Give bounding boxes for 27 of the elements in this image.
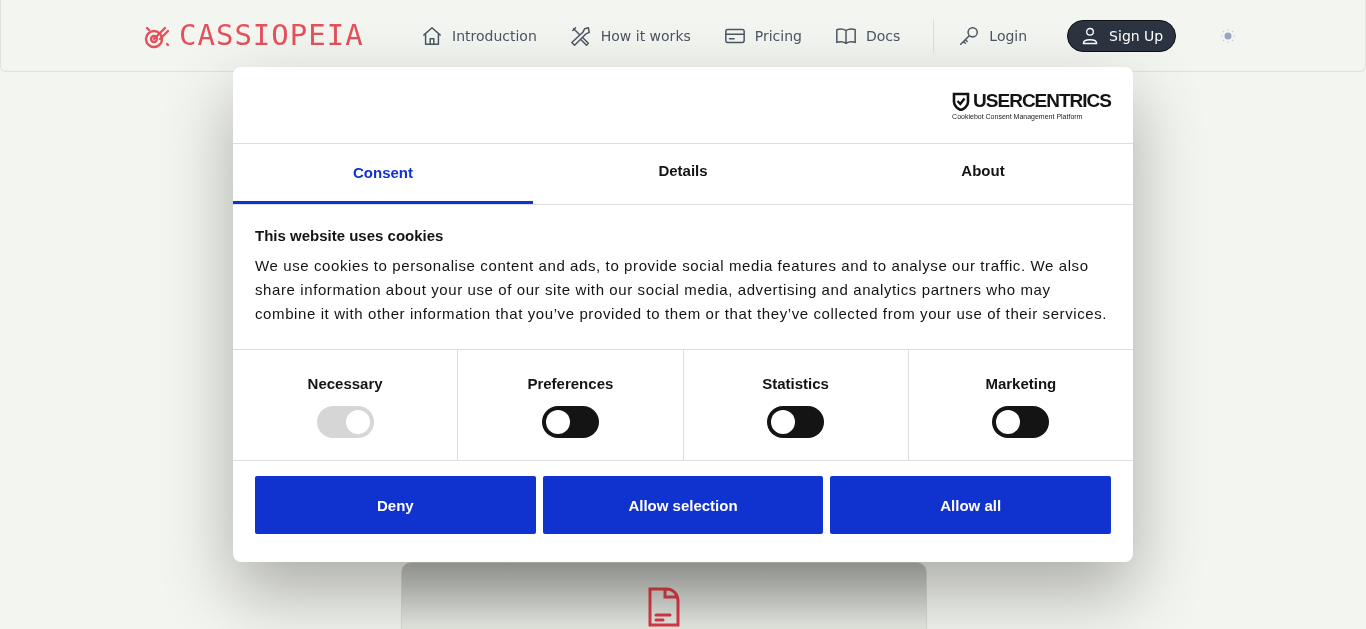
nav-link[interactable]: Pricing — [723, 24, 802, 47]
document-icon — [646, 585, 682, 629]
key-icon — [958, 24, 981, 47]
toggle-switch[interactable] — [767, 406, 825, 438]
dialog-text: We use cookies to personalise content and ads, to provide social media features and to analyse our traffic. We also share information about your use of our site with our social media, advertising and analytics partners who may combine it with other information that you’ve provided to them or that they’ve collected from your use of their services. — [255, 256, 1109, 324]
tools-icon — [569, 24, 592, 47]
consent-button[interactable]: Allow selection — [542, 476, 824, 534]
dialog-tab[interactable]: Details — [533, 144, 833, 204]
toggle-switch[interactable] — [992, 406, 1050, 438]
category-label: Marketing — [985, 375, 1057, 392]
brand-name: USERCENTRICS — [973, 90, 1111, 112]
dialog-heading: This website uses cookies — [255, 227, 445, 244]
nav-link[interactable]: Docs — [835, 24, 901, 47]
category-label: Necessary — [307, 375, 383, 392]
nav-link[interactable]: Introduction — [421, 24, 537, 47]
dialog-tab[interactable]: About — [833, 144, 1133, 204]
category-label: Statistics — [762, 375, 829, 392]
category-label: Preferences — [527, 375, 614, 392]
consent-button[interactable]: Allow all — [830, 476, 1111, 534]
shield-check-icon — [952, 91, 971, 111]
toggle-switch[interactable] — [541, 406, 599, 438]
house-icon — [421, 24, 443, 47]
login-link[interactable]: Login — [958, 24, 1028, 47]
nav-link[interactable]: How it works — [569, 24, 691, 47]
consent-button[interactable]: Deny — [255, 476, 536, 534]
sign-up-button[interactable]: Sign Up — [1067, 19, 1177, 52]
dialog-tab[interactable]: Consent — [233, 144, 533, 204]
